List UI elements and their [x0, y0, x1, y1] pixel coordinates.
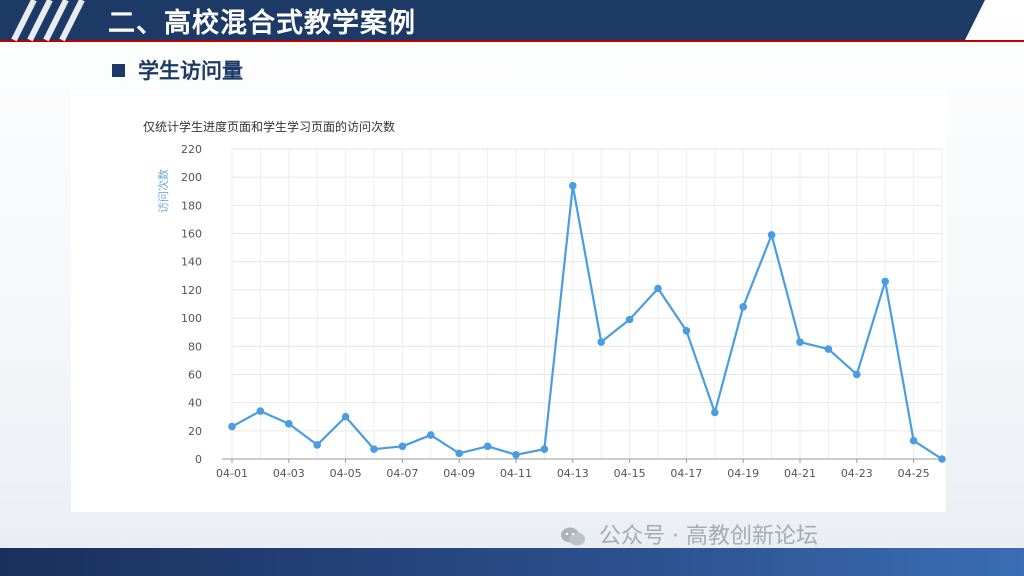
data-point [597, 338, 605, 346]
x-tick-label: 04-13 [557, 467, 589, 480]
x-tick-label: 04-09 [443, 467, 475, 480]
data-point [881, 277, 889, 286]
y-tick-label: 120 [181, 284, 202, 297]
series-line [231, 184, 943, 460]
data-point [682, 326, 691, 335]
data-point [625, 315, 634, 324]
x-tick-label: 04-15 [614, 467, 646, 480]
section-bullet-icon [112, 64, 125, 77]
x-tick-label: 04-21 [784, 467, 816, 480]
data-point [455, 449, 464, 458]
data-point [228, 422, 236, 431]
y-tick-label: 220 [181, 143, 202, 156]
y-tick-label: 180 [181, 199, 202, 212]
y-tick-label: 140 [181, 256, 202, 269]
watermark-text: 公众号 · 高教创新论坛 [599, 524, 818, 549]
y-axis-label: 访问次数 [156, 169, 170, 213]
data-point [739, 303, 747, 311]
x-tick-label: 04-01 [216, 467, 248, 480]
x-tick-label: 04-23 [841, 467, 873, 480]
data-point [711, 408, 719, 417]
x-tick-label: 04-05 [330, 467, 362, 480]
section-title: 学生访问量 [138, 59, 243, 83]
page-title: 二、高校混合式教学案例 [108, 8, 416, 39]
data-point [341, 412, 350, 421]
data-point [569, 181, 577, 190]
data-point [313, 441, 321, 449]
y-tick-label: 60 [188, 368, 202, 381]
data-point [767, 231, 776, 239]
data-point [512, 450, 520, 459]
data-point [824, 345, 833, 353]
wechat-icon [561, 527, 585, 546]
x-tick-label: 04-11 [500, 467, 532, 480]
y-tick-label: 200 [181, 171, 202, 184]
data-point [483, 442, 492, 451]
data-point [540, 445, 549, 453]
header-band: 二、高校混合式教学案例 [0, 0, 1024, 44]
data-point [370, 445, 378, 453]
data-point [285, 419, 293, 428]
x-tick-label: 04-19 [727, 467, 759, 480]
y-tick-label: 0 [195, 453, 202, 466]
data-point [938, 455, 946, 463]
y-tick-label: 160 [181, 228, 202, 241]
data-point [654, 284, 662, 293]
x-tick-label: 04-25 [898, 467, 930, 480]
data-point [256, 407, 265, 415]
data-point [427, 431, 435, 439]
data-point [796, 338, 804, 346]
x-tick-label: 04-03 [273, 467, 305, 480]
chart-panel: 0 20 40 60 80 100 120 140 160 180 200 220 04-01 04-03… [71, 90, 946, 512]
data-point [909, 436, 918, 445]
data-point [398, 442, 407, 451]
y-tick-label: 80 [188, 340, 202, 353]
chart-title: 仅统计学生进度页面和学生学习页面的访问次数 [143, 120, 396, 134]
y-tick-label: 100 [181, 312, 202, 325]
y-tick-label: 20 [188, 425, 202, 438]
footer-band [0, 548, 1024, 576]
data-point [853, 370, 861, 379]
watermark: 公众号 · 高教创新论坛 [560, 520, 818, 554]
x-tick-label: 04-07 [386, 467, 418, 480]
y-tick-label: 40 [188, 397, 202, 410]
x-tick-label: 04-17 [670, 467, 702, 480]
line-chart: 0 20 40 60 80 100 120 140 160 180 200 220 04-01 04-03… [156, 143, 946, 480]
